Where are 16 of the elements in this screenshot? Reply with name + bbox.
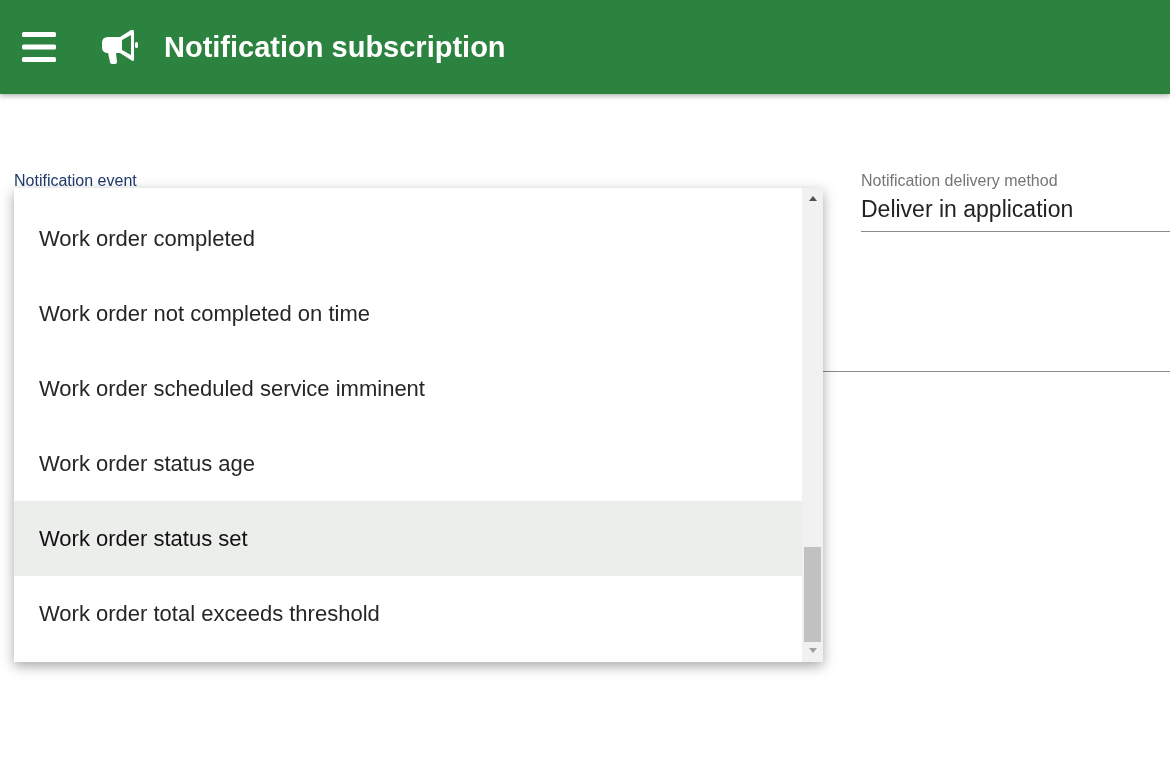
select-field[interactable]: Deliver in application bbox=[861, 190, 1170, 232]
scroll-down-icon[interactable] bbox=[808, 648, 817, 653]
field-label: Notification event bbox=[14, 172, 138, 190]
dropdown-option[interactable]: Work order not completed on time bbox=[14, 276, 802, 351]
dropdown-option[interactable]: Work order status set bbox=[14, 501, 802, 576]
scroll-up-icon[interactable] bbox=[808, 196, 817, 201]
scrollbar[interactable] bbox=[802, 188, 823, 662]
menu-icon[interactable] bbox=[22, 32, 56, 62]
dropdown-option[interactable]: Work order total exceeds threshold bbox=[14, 576, 802, 651]
megaphone-icon bbox=[100, 30, 140, 64]
page-title: Notification subscription bbox=[164, 30, 506, 64]
dropdown-option[interactable]: Work order status age bbox=[14, 426, 802, 501]
dropdown-option[interactable]: Work order completed bbox=[14, 201, 802, 276]
dropdown-option[interactable]: Work order scheduled service imminent bbox=[14, 351, 802, 426]
field-label: Notification delivery method bbox=[861, 172, 1059, 190]
scrollbar-thumb[interactable] bbox=[804, 547, 821, 642]
